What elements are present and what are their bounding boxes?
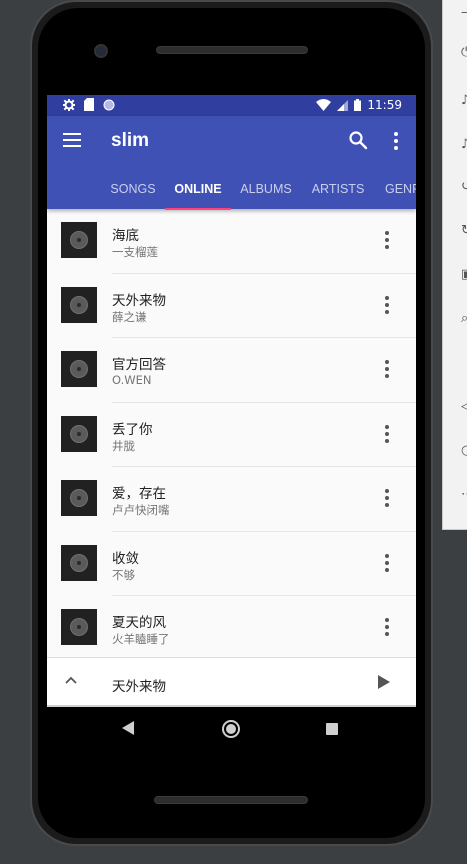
minimize-icon[interactable]: – — [461, 6, 467, 20]
album-art-icon — [61, 609, 97, 645]
menu-icon[interactable] — [63, 133, 81, 147]
app-bar: slim SONGS ONLINE ALBUMS ARTISTS GENR — [47, 116, 416, 209]
song-artist: 火羊瞌睡了 — [112, 632, 170, 646]
song-artist: O.WEN — [112, 373, 152, 387]
tab-songs[interactable]: SONGS — [99, 174, 167, 209]
song-row[interactable]: 天外来物 薛之谦 — [47, 274, 416, 338]
song-artist: 井胧 — [112, 438, 135, 453]
song-row[interactable]: 官方回答 O.WEN — [47, 338, 416, 403]
more-vert-icon[interactable] — [383, 231, 391, 249]
more-vert-icon[interactable] — [383, 489, 391, 507]
song-title: 爱，存在 — [112, 486, 166, 502]
song-list: 海底 一支榴莲 天外来物 薛之谦 官方回答 O.WEN 丢了你 井胧 爱，存在 … — [47, 209, 416, 657]
search-icon[interactable] — [348, 130, 368, 150]
signal-icon — [337, 99, 349, 111]
power-icon[interactable]: ⏻ — [461, 46, 467, 60]
more-vert-icon[interactable] — [383, 295, 391, 314]
play-icon[interactable] — [378, 675, 390, 689]
album-art-icon — [61, 480, 97, 516]
volume-up-icon[interactable]: ♪ — [461, 94, 467, 108]
song-artist: 薛之谦 — [112, 309, 147, 324]
tab-albums[interactable]: ALBUMS — [233, 174, 299, 209]
more-vert-icon[interactable] — [383, 424, 391, 443]
song-row[interactable]: 夏天的风 火羊瞌睡了 — [47, 596, 416, 657]
screenshot-icon[interactable]: ▣ — [461, 268, 467, 282]
home-icon[interactable]: ○ — [461, 444, 467, 458]
tab-artists[interactable]: ARTISTS — [305, 174, 371, 209]
sync-circle-icon — [103, 99, 115, 110]
zoom-icon[interactable]: ⌕ — [461, 312, 467, 326]
song-title: 天外来物 — [112, 292, 166, 309]
tab-genres[interactable]: GENR — [377, 174, 416, 209]
tab-bar: SONGS ONLINE ALBUMS ARTISTS GENR — [47, 174, 416, 209]
album-art-icon — [61, 415, 97, 452]
more-icon[interactable]: ⋯ — [461, 488, 467, 502]
nav-home-icon[interactable] — [222, 720, 240, 738]
sd-card-icon — [84, 98, 94, 111]
song-row[interactable]: 爱，存在 卢卢快闭嘴 — [47, 467, 416, 532]
tab-online[interactable]: ONLINE — [165, 174, 231, 209]
status-bar: 11:59 — [47, 95, 416, 116]
app-screen: 11:59 slim SONGS ONLINE ALBUMS ARTISTS G… — [47, 95, 416, 707]
emulator-stage: – ⏻ ♪ ♪ ↺ ↻ ▣ ⌕ ◁ ○ ⋯ — [0, 0, 467, 864]
song-title: 收敛 — [112, 550, 139, 567]
song-row[interactable]: 收敛 不够 — [47, 532, 416, 596]
wifi-icon — [316, 99, 332, 111]
rotate-right-icon[interactable]: ↻ — [461, 224, 467, 238]
now-playing-bar[interactable]: 天外来物 — [47, 657, 416, 705]
bottom-speaker — [154, 796, 308, 804]
chevron-up-icon[interactable] — [65, 676, 77, 684]
song-title: 丢了你 — [112, 421, 153, 438]
volume-down-icon[interactable]: ♪ — [461, 138, 467, 152]
app-title: slim — [111, 130, 150, 151]
overflow-menu-icon[interactable] — [392, 131, 400, 151]
song-title: 海底 — [112, 228, 139, 244]
nav-recents-icon[interactable] — [326, 723, 338, 735]
front-camera — [94, 44, 108, 58]
more-vert-icon[interactable] — [383, 618, 391, 636]
song-artist: 卢卢快闭嘴 — [112, 503, 170, 517]
nav-back-icon[interactable] — [122, 721, 134, 735]
song-artist: 一支榴莲 — [112, 245, 158, 259]
battery-icon — [354, 99, 362, 111]
more-vert-icon[interactable] — [383, 553, 391, 572]
song-row[interactable]: 丢了你 井胧 — [47, 403, 416, 467]
album-art-icon — [61, 351, 97, 387]
settings-icon — [63, 98, 75, 111]
song-title: 官方回答 — [112, 357, 166, 373]
album-art-icon — [61, 544, 97, 581]
emulator-side-toolbar: – ⏻ ♪ ♪ ↺ ↻ ▣ ⌕ ◁ ○ ⋯ — [442, 0, 467, 530]
album-art-icon — [61, 286, 97, 323]
clock: 11:59 — [367, 98, 402, 112]
rotate-left-icon[interactable]: ↺ — [461, 180, 467, 194]
earpiece-speaker — [156, 46, 308, 54]
album-art-icon — [61, 222, 97, 258]
system-nav-bar — [47, 707, 416, 751]
song-title: 夏天的风 — [112, 615, 166, 631]
song-row[interactable]: 海底 一支榴莲 — [47, 209, 416, 274]
more-vert-icon[interactable] — [383, 360, 391, 378]
song-artist: 不够 — [112, 567, 135, 582]
back-icon[interactable]: ◁ — [461, 400, 467, 414]
now-playing-title: 天外来物 — [112, 679, 166, 695]
